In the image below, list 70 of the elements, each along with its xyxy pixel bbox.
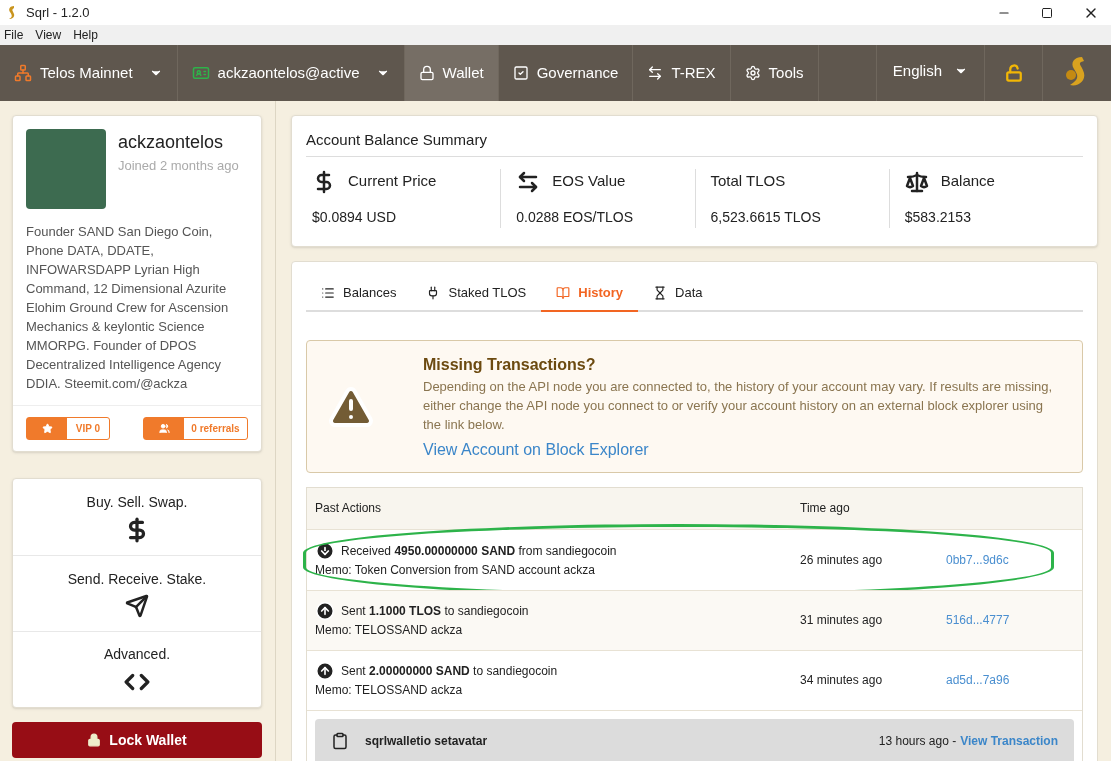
time-ago: 34 minutes ago [800, 672, 884, 689]
column-header: Past Actions [315, 500, 383, 517]
action-name: sqrlwalletio setavatar [365, 732, 488, 750]
warning-title: Missing Transactions? [423, 354, 597, 375]
stat-label: EOS Value [552, 171, 626, 192]
column-header: Time ago [800, 500, 850, 517]
stat-value: 0.0288 EOS/TLOS [516, 207, 634, 227]
action-item[interactable]: Advanced. [13, 631, 261, 707]
lock-icon [418, 65, 435, 81]
nav-item[interactable]: ackzaontelos@active [177, 45, 405, 101]
memo-text: Memo: TELOSSAND ackza [315, 622, 464, 639]
unlocked-icon[interactable] [1004, 64, 1023, 82]
paper-plane-icon [125, 594, 149, 618]
nav-item[interactable]: T-REX [633, 45, 731, 101]
stat-label: Total TLOS [710, 171, 786, 192]
checkbox-icon [512, 65, 529, 81]
clipboard-icon [331, 731, 349, 750]
nav-item[interactable]: Governance [498, 45, 634, 101]
tab-icon [653, 285, 668, 300]
lock-icon [87, 733, 102, 747]
referrals-count: 0 referrals [190, 422, 241, 436]
language-dropdown[interactable]: English [876, 45, 985, 101]
transaction-link[interactable]: 0bb7...9d6c [946, 550, 1009, 569]
profile-bio: Founder SAND San Diego Coin, Phone DATA, DDATE, INFOWARSDAPP Lyrian High Command, 12 Dimensional Azurite Elohim Ground Crew for Ascension Mechanics & keylontic Science MMORPG. Founder of DPOS Decentralized Intelligence Agency DDIA. Steemit.com/@ackza [26, 223, 230, 393]
arrow-up-icon [315, 661, 335, 681]
warning-text: Depending on the API node you are connected to, the history of your account may vary. If results are missing, either change the API node you connect to or verify your account history on an external block explorer using the link below. [423, 377, 1054, 434]
maximize-icon[interactable] [1041, 6, 1053, 19]
stat-value: $583.2153 [904, 207, 972, 227]
users-icon [158, 423, 170, 434]
tab-icon [556, 285, 571, 300]
menu-item[interactable]: Help [73, 26, 98, 44]
stat-value: 6,523.6615 TLOS [710, 207, 822, 227]
nav-item[interactable]: Tools [730, 45, 819, 101]
nav-item[interactable]: Wallet [404, 45, 499, 101]
lock-wallet-button[interactable]: Lock Wallet [12, 722, 262, 758]
nav-item[interactable]: Telos Mainnet [0, 45, 178, 101]
tab-icon [321, 285, 335, 300]
summary-title: Account Balance Summary [306, 129, 1083, 157]
action-text: Received 4950.00000000 SAND from sandiegocoin [341, 542, 617, 560]
id-card-icon [191, 64, 210, 82]
time-ago: 31 minutes ago [800, 612, 884, 629]
arrow-up-icon [315, 601, 335, 621]
stat-value: $0.0894 USD [312, 207, 398, 227]
arrow-down-icon [315, 540, 335, 561]
action-item[interactable]: Send. Receive. Stake. [13, 555, 261, 631]
action-text: Sent 1.1000 TLOS to sandiegocoin [341, 603, 529, 620]
joined-text: Joined 2 months ago [118, 157, 239, 175]
action-text: Sent 2.00000000 SAND to sandiegocoin [341, 663, 558, 680]
menu-item[interactable]: View [35, 26, 62, 44]
profile-name: ackzaontelos [118, 131, 225, 154]
action-item[interactable]: Buy. Sell. Swap. [13, 479, 261, 555]
scale-icon [904, 169, 929, 194]
tab[interactable]: Balances [306, 275, 412, 312]
window-title: Sqrl - 1.2.0 [26, 3, 90, 22]
vip-count: VIP 0 [74, 422, 102, 436]
time-ago: 26 minutes ago [800, 551, 884, 569]
menu-item[interactable]: File [4, 26, 24, 44]
gear-icon [744, 65, 761, 81]
stat-label: Balance [940, 171, 995, 192]
stat-label: Current Price [348, 171, 437, 192]
memo-text: Memo: TELOSSAND ackza [315, 682, 464, 699]
memo-text: Memo: Token Conversion from SAND account ackza [315, 561, 596, 579]
block-explorer-link[interactable]: View Account on Block Explorer [423, 437, 1062, 462]
transaction-link[interactable]: ad5d...7a96 [946, 671, 1010, 689]
tab[interactable]: Data [638, 275, 718, 312]
star-icon [41, 423, 53, 434]
arrows-icon [647, 65, 664, 81]
network-icon [14, 64, 32, 82]
tab[interactable]: Staked TLOS [411, 275, 542, 312]
time-ago: 13 hours ago - [878, 732, 957, 750]
